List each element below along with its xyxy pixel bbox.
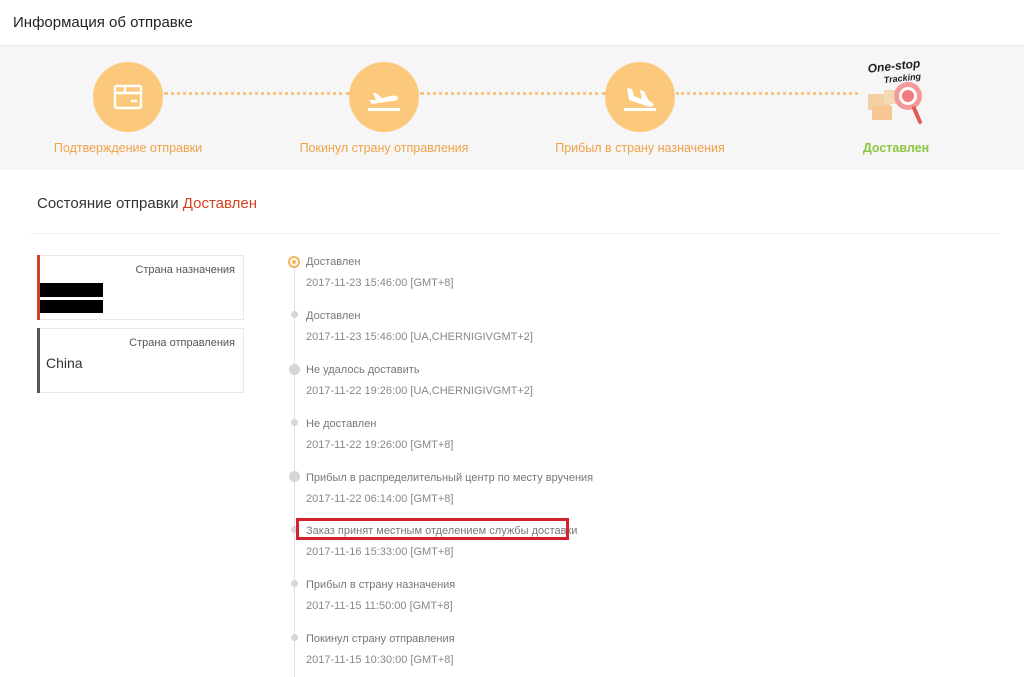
redacted-country-name xyxy=(40,300,103,313)
timeline-event: Доставлен 2017-11-23 15:46:00 [GMT+8] xyxy=(306,256,453,289)
event-time: 2017-11-23 15:46:00 [UA,CHERNIGIVGMT+2] xyxy=(306,331,533,343)
timeline-dot xyxy=(289,364,300,375)
event-title: Не доставлен xyxy=(306,418,377,430)
timeline-event: Покинул страну отправления 2017-11-15 10… xyxy=(306,633,455,666)
timeline-event: Прибыл в распределительный центр по мест… xyxy=(306,472,593,505)
event-time: 2017-11-22 06:14:00 [GMT+8] xyxy=(306,493,454,505)
event-time: 2017-11-23 15:46:00 [GMT+8] xyxy=(306,277,454,289)
step-arrived-circle xyxy=(605,62,675,132)
event-title: Покинул страну отправления xyxy=(306,633,455,645)
destination-label: Страна назначения xyxy=(135,264,235,276)
card-accent-bar xyxy=(37,328,40,393)
destination-country-card: Страна назначения xyxy=(37,255,244,320)
step-confirmed-circle xyxy=(93,62,163,132)
timeline-current-dot xyxy=(288,256,300,268)
timeline-line xyxy=(294,262,295,677)
status-value: Доставлен xyxy=(182,195,258,212)
event-time: 2017-11-22 19:26:00 [GMT+8] xyxy=(306,439,454,451)
package-icon xyxy=(113,84,143,110)
shipment-status: Состояние отправки Доставлен xyxy=(37,195,257,212)
timeline-dot xyxy=(291,580,298,587)
status-prefix: Состояние отправки xyxy=(37,195,179,212)
step-departed-circle xyxy=(349,62,419,132)
origin-country-value: China xyxy=(46,355,83,371)
timeline-event: Не удалось доставить 2017-11-22 19:26:00… xyxy=(306,364,533,397)
page-title: Информация об отправке xyxy=(13,14,193,31)
step-label: Подтверждение отправки xyxy=(53,141,203,155)
truck-icon xyxy=(289,471,300,482)
event-time: 2017-11-15 10:30:00 [GMT+8] xyxy=(306,654,454,666)
timeline-event: Доставлен 2017-11-23 15:46:00 [UA,CHERNI… xyxy=(306,310,533,343)
redacted-country-name xyxy=(40,283,103,297)
timeline-event: Прибыл в страну назначения 2017-11-15 11… xyxy=(306,579,455,612)
event-title: Не удалось доставить xyxy=(306,364,420,376)
event-title: Прибыл в страну назначения xyxy=(306,579,456,591)
highlight-box xyxy=(296,518,569,540)
progress-connector xyxy=(676,92,858,95)
plane-landing-icon xyxy=(624,88,656,111)
status-divider xyxy=(30,233,1000,234)
event-time: 2017-11-16 15:33:00 [GMT+8] xyxy=(306,546,454,558)
event-time: 2017-11-15 11:50:00 [GMT+8] xyxy=(306,600,453,612)
event-title: Прибыл в распределительный центр по мест… xyxy=(306,472,594,484)
event-title: Доставлен xyxy=(306,310,361,322)
event-title: Доставлен xyxy=(306,256,361,268)
step-label: Прибыл в страну назначения xyxy=(555,141,725,155)
plane-takeoff-icon xyxy=(368,93,400,111)
step-label: Покинул страну отправления xyxy=(299,141,469,155)
timeline-event: Не доставлен 2017-11-22 19:26:00 [GMT+8] xyxy=(306,418,453,451)
step-label-delivered: Доставлен xyxy=(862,141,930,155)
origin-label: Страна отправления xyxy=(129,337,235,349)
progress-connector xyxy=(420,92,606,95)
origin-country-card: Страна отправления China xyxy=(37,328,244,393)
timeline-dot xyxy=(291,311,298,318)
timeline-dot xyxy=(291,634,298,641)
one-stop-tracking-logo: One-stop Tracking xyxy=(867,56,922,124)
progress-connector xyxy=(164,92,350,95)
event-time: 2017-11-22 19:26:00 [UA,CHERNIGIVGMT+2] xyxy=(306,385,533,397)
timeline-dot xyxy=(291,419,298,426)
